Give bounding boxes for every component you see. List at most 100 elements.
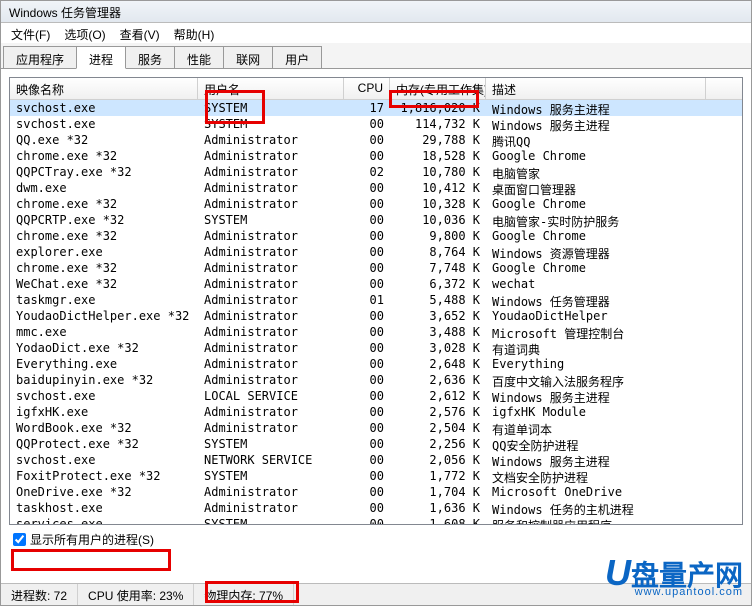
menu-help[interactable]: 帮助(H) — [168, 25, 221, 41]
cell-name: igfxHK.exe — [10, 404, 198, 420]
table-row[interactable]: dwm.exeAdministrator0010,412 K桌面窗口管理器 — [10, 180, 742, 196]
table-row[interactable]: WordBook.exe *32Administrator002,504 K有道… — [10, 420, 742, 436]
cell-name: QQ.exe *32 — [10, 132, 198, 148]
cell-name: chrome.exe *32 — [10, 148, 198, 164]
table-row[interactable]: igfxHK.exeAdministrator002,576 KigfxHK M… — [10, 404, 742, 420]
cell-name: dwm.exe — [10, 180, 198, 196]
cell-name: WeChat.exe *32 — [10, 276, 198, 292]
status-memory-usage: 物理内存: 77% — [194, 584, 294, 605]
col-username[interactable]: 用户名 — [198, 78, 344, 99]
cell-name: baidupinyin.exe *32 — [10, 372, 198, 388]
cell-mem: 2,636 K — [390, 372, 486, 388]
table-row[interactable]: chrome.exe *32Administrator0010,328 KGoo… — [10, 196, 742, 212]
cell-name: chrome.exe *32 — [10, 260, 198, 276]
cell-cpu: 00 — [344, 484, 390, 500]
tab-applications[interactable]: 应用程序 — [3, 46, 77, 68]
table-row[interactable]: FoxitProtect.exe *32SYSTEM001,772 K文档安全防… — [10, 468, 742, 484]
cell-cpu: 00 — [344, 324, 390, 340]
table-row[interactable]: chrome.exe *32Administrator007,748 KGoog… — [10, 260, 742, 276]
cell-name: QQPCRTP.exe *32 — [10, 212, 198, 228]
cell-cpu: 17 — [344, 100, 390, 116]
cell-cpu: 00 — [344, 132, 390, 148]
cell-cpu: 00 — [344, 388, 390, 404]
cell-cpu: 00 — [344, 372, 390, 388]
tab-networking[interactable]: 联网 — [223, 46, 273, 68]
show-all-users-label[interactable]: 显示所有用户的进程(S) — [30, 531, 154, 548]
cell-mem: 3,488 K — [390, 324, 486, 340]
cell-user: Administrator — [198, 500, 344, 516]
cell-desc: wechat — [486, 276, 706, 292]
col-image-name[interactable]: 映像名称 — [10, 78, 198, 99]
cell-mem: 6,372 K — [390, 276, 486, 292]
cell-name: svchost.exe — [10, 100, 198, 116]
table-row[interactable]: explorer.exeAdministrator008,764 KWindow… — [10, 244, 742, 260]
col-memory[interactable]: 内存(专用工作集) — [390, 78, 486, 99]
table-row[interactable]: YoudaoDictHelper.exe *32Administrator003… — [10, 308, 742, 324]
menu-file[interactable]: 文件(F) — [5, 25, 56, 41]
cell-mem: 9,800 K — [390, 228, 486, 244]
cell-user: NETWORK SERVICE — [198, 452, 344, 468]
table-row[interactable]: baidupinyin.exe *32Administrator002,636 … — [10, 372, 742, 388]
cell-desc: 有道单词本 — [486, 420, 706, 436]
cell-name: FoxitProtect.exe *32 — [10, 468, 198, 484]
tab-users[interactable]: 用户 — [272, 46, 322, 68]
cell-user: Administrator — [198, 228, 344, 244]
table-row[interactable]: taskhost.exeAdministrator001,636 KWindow… — [10, 500, 742, 516]
table-row[interactable]: QQPCRTP.exe *32SYSTEM0010,036 K电脑管家-实时防护… — [10, 212, 742, 228]
cell-cpu: 00 — [344, 180, 390, 196]
cell-user: Administrator — [198, 164, 344, 180]
cell-cpu: 00 — [344, 340, 390, 356]
cell-user: Administrator — [198, 324, 344, 340]
table-row[interactable]: YodaoDict.exe *32Administrator003,028 K有… — [10, 340, 742, 356]
show-all-users-checkbox[interactable] — [13, 533, 26, 546]
cell-user: Administrator — [198, 372, 344, 388]
cell-cpu: 00 — [344, 260, 390, 276]
cell-desc: igfxHK Module — [486, 404, 706, 420]
cell-desc: Windows 资源管理器 — [486, 244, 706, 260]
table-row[interactable]: WeChat.exe *32Administrator006,372 Kwech… — [10, 276, 742, 292]
table-row[interactable]: Everything.exeAdministrator002,648 KEver… — [10, 356, 742, 372]
cell-user: Administrator — [198, 244, 344, 260]
cell-mem: 7,748 K — [390, 260, 486, 276]
table-row[interactable]: QQ.exe *32Administrator0029,788 K腾讯QQ — [10, 132, 742, 148]
cell-cpu: 00 — [344, 212, 390, 228]
table-row[interactable]: svchost.exeLOCAL SERVICE002,612 KWindows… — [10, 388, 742, 404]
cell-desc: 有道词典 — [486, 340, 706, 356]
col-description[interactable]: 描述 — [486, 78, 706, 99]
table-row[interactable]: taskmgr.exeAdministrator015,488 KWindows… — [10, 292, 742, 308]
tab-processes[interactable]: 进程 — [76, 46, 126, 69]
menu-options[interactable]: 选项(O) — [58, 25, 111, 41]
cell-user: SYSTEM — [198, 100, 344, 116]
cell-desc: Google Chrome — [486, 148, 706, 164]
tab-services[interactable]: 服务 — [125, 46, 175, 68]
cell-user: Administrator — [198, 260, 344, 276]
process-listview[interactable]: 映像名称 用户名 CPU 内存(专用工作集) 描述 svchost.exeSYS… — [9, 77, 743, 525]
cell-cpu: 00 — [344, 356, 390, 372]
table-row[interactable]: OneDrive.exe *32Administrator001,704 KMi… — [10, 484, 742, 500]
content-area: 映像名称 用户名 CPU 内存(专用工作集) 描述 svchost.exeSYS… — [1, 69, 751, 555]
cell-mem: 8,764 K — [390, 244, 486, 260]
table-row[interactable]: QQProtect.exe *32SYSTEM002,256 KQQ安全防护进程 — [10, 436, 742, 452]
table-row[interactable]: svchost.exeSYSTEM171,816,020 KWindows 服务… — [10, 100, 742, 116]
menubar: 文件(F) 选项(O) 查看(V) 帮助(H) — [1, 23, 751, 43]
listview-body[interactable]: svchost.exeSYSTEM171,816,020 KWindows 服务… — [10, 100, 742, 524]
cell-desc: 电脑管家 — [486, 164, 706, 180]
cell-user: SYSTEM — [198, 516, 344, 524]
table-row[interactable]: svchost.exeNETWORK SERVICE002,056 KWindo… — [10, 452, 742, 468]
cell-desc: Windows 任务管理器 — [486, 292, 706, 308]
cell-cpu: 01 — [344, 292, 390, 308]
cell-name: YoudaoDictHelper.exe *32 — [10, 308, 198, 324]
cell-desc: Windows 服务主进程 — [486, 116, 706, 132]
table-row[interactable]: svchost.exeSYSTEM00114,732 KWindows 服务主进… — [10, 116, 742, 132]
col-cpu[interactable]: CPU — [344, 78, 390, 99]
table-row[interactable]: chrome.exe *32Administrator009,800 KGoog… — [10, 228, 742, 244]
table-row[interactable]: services.exeSYSTEM001,608 K服务和控制器应用程序 — [10, 516, 742, 524]
cell-desc: Microsoft OneDrive — [486, 484, 706, 500]
cell-desc: Microsoft 管理控制台 — [486, 324, 706, 340]
table-row[interactable]: QQPCTray.exe *32Administrator0210,780 K电… — [10, 164, 742, 180]
table-row[interactable]: chrome.exe *32Administrator0018,528 KGoo… — [10, 148, 742, 164]
cell-mem: 10,036 K — [390, 212, 486, 228]
table-row[interactable]: mmc.exeAdministrator003,488 KMicrosoft 管… — [10, 324, 742, 340]
tab-performance[interactable]: 性能 — [174, 46, 224, 68]
menu-view[interactable]: 查看(V) — [114, 25, 166, 41]
